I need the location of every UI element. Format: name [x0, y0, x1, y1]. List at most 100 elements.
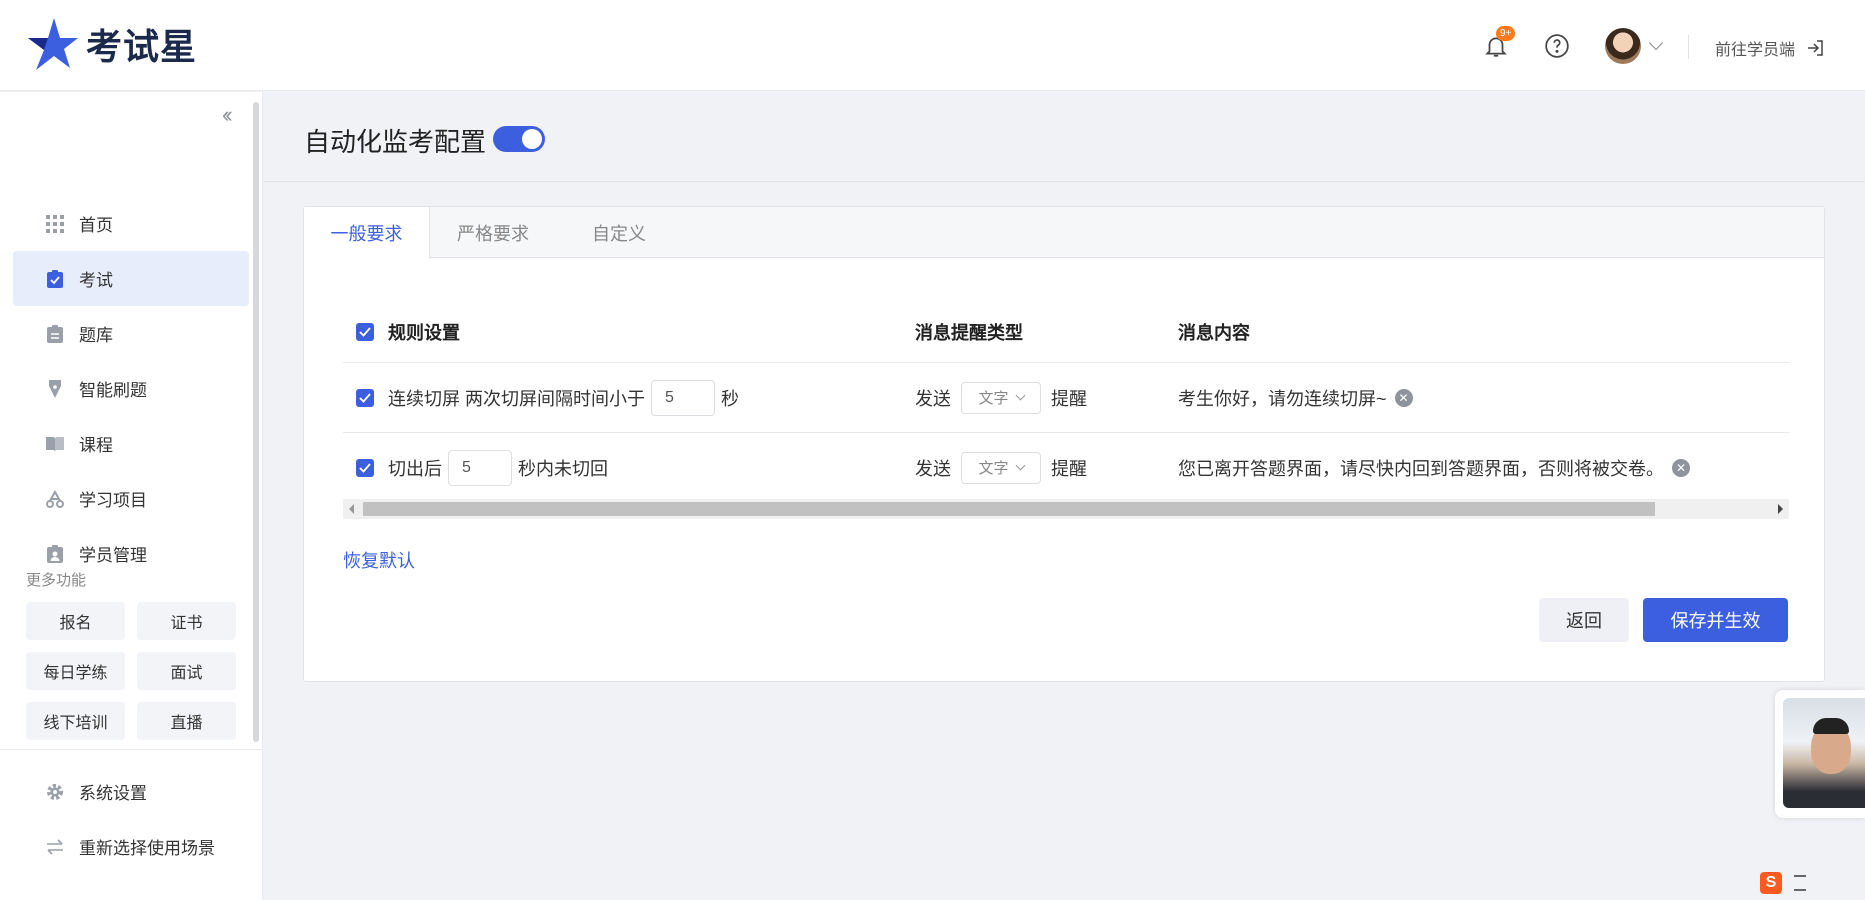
rule-prefix: 切出后	[388, 458, 442, 479]
header-type: 消息提醒类型	[915, 323, 1023, 343]
sidebar-item-question-bank[interactable]: 题库	[13, 306, 249, 361]
sidebar-item-home[interactable]: 首页	[13, 196, 249, 251]
remind-label: 提醒	[1051, 458, 1087, 479]
corner-tools: S	[1760, 872, 1806, 894]
gear-icon	[45, 782, 65, 802]
go-student-side-link[interactable]: 前往学员端	[1715, 36, 1825, 60]
sidebar-item-label: 学员管理	[79, 546, 147, 565]
quick-link-interview[interactable]: 面试	[137, 652, 236, 690]
sidebar-divider	[0, 749, 263, 750]
rules-table: 规则设置 消息提醒类型 消息内容 连续切屏 两次切屏间隔时间小于 5 秒 发送 …	[343, 302, 1789, 503]
header-content: 消息内容	[1178, 323, 1250, 343]
chevron-down-icon	[1015, 390, 1025, 400]
back-button[interactable]: 返回	[1539, 598, 1629, 642]
sidebar-bottom-nav: 系统设置 重新选择使用场景	[13, 764, 249, 874]
star-logo-icon	[28, 18, 78, 70]
sidebar-item-smart-practice[interactable]: 智能刷题	[13, 361, 249, 416]
sidebar-item-label: 智能刷题	[79, 381, 147, 400]
config-card: 一般要求 严格要求 自定义 规则设置 消息提醒类型 消息内容 连续切屏 两次切屏…	[303, 206, 1825, 682]
more-features-title: 更多功能	[26, 572, 87, 589]
collapse-sidebar-icon[interactable]: ‹‹	[222, 102, 232, 128]
quick-link-live[interactable]: 直播	[137, 702, 236, 740]
sidebar-item-label: 首页	[79, 216, 113, 235]
fullscreen-icon[interactable]	[1794, 875, 1806, 891]
id-badge-icon	[45, 544, 65, 564]
chevron-down-icon	[1648, 35, 1664, 51]
seconds-input[interactable]: 5	[651, 379, 715, 416]
clear-icon[interactable]: ✕	[1394, 388, 1413, 407]
rule-prefix: 连续切屏 两次切屏间隔时间小于	[388, 388, 645, 409]
auto-proctor-toggle[interactable]	[493, 126, 545, 152]
check-icon	[359, 327, 371, 337]
message-content[interactable]: 考生你好，请勿连续切屏~	[1178, 385, 1387, 411]
clipboard-check-icon	[45, 269, 65, 289]
quick-link-offline-training[interactable]: 线下培训	[26, 702, 125, 740]
tab-general[interactable]: 一般要求	[304, 207, 430, 259]
sidebar-item-label: 学习项目	[79, 491, 147, 510]
check-icon	[359, 392, 371, 403]
sidebar-item-reselect-scene[interactable]: 重新选择使用场景	[13, 819, 249, 874]
tab-custom[interactable]: 自定义	[556, 207, 682, 258]
sidebar-item-course[interactable]: 课程	[13, 416, 249, 471]
seconds-input[interactable]: 5	[448, 449, 512, 486]
row-checkbox[interactable]	[356, 388, 374, 407]
message-content[interactable]: 您已离开答题界面，请尽快内回到答题界面，否则将被交卷。	[1178, 455, 1664, 481]
table-row: 切出后 5 秒内未切回 发送 文字 提醒 您已离开答题界面，请尽快内回到答题界面…	[343, 433, 1789, 503]
sidebar-item-system-settings[interactable]: 系统设置	[13, 764, 249, 819]
scrollbar-thumb[interactable]	[363, 502, 1655, 516]
scroll-right-icon[interactable]	[1778, 504, 1783, 514]
rule-suffix: 秒内未切回	[518, 458, 608, 479]
page-title-bar: 自动化监考配置	[264, 92, 1865, 182]
top-header: 考试星 9+ 前往学员端	[0, 0, 1865, 91]
header-rule: 规则设置	[388, 323, 460, 343]
user-menu[interactable]	[1605, 28, 1664, 64]
floating-video-widget[interactable]	[1775, 690, 1865, 818]
document-icon	[45, 324, 65, 344]
message-type-select[interactable]: 文字	[961, 381, 1041, 414]
horizontal-scrollbar[interactable]	[343, 499, 1789, 519]
row-checkbox[interactable]	[356, 458, 374, 477]
clear-icon[interactable]: ✕	[1672, 458, 1690, 477]
sidebar-item-label: 考试	[79, 271, 113, 290]
send-label: 发送	[915, 388, 951, 409]
quick-link-daily-practice[interactable]: 每日学练	[26, 652, 125, 690]
s-logo-icon[interactable]: S	[1760, 872, 1782, 894]
book-icon	[45, 434, 65, 454]
recycle-icon	[45, 489, 65, 509]
rule-suffix: 秒	[721, 388, 739, 409]
brand-name: 考试星	[86, 27, 198, 68]
logo[interactable]: 考试星	[24, 16, 197, 72]
notification-badge: 9+	[1496, 26, 1516, 41]
check-icon	[359, 462, 371, 473]
select-value: 文字	[978, 390, 1009, 407]
select-all-checkbox[interactable]	[356, 323, 374, 341]
sidebar-item-label: 重新选择使用场景	[79, 839, 215, 858]
tab-strict[interactable]: 严格要求	[430, 207, 556, 258]
quick-links: 报名 证书 每日学练 面试 线下培训 直播	[26, 602, 237, 740]
video-frame	[1783, 698, 1865, 808]
help-icon[interactable]	[1541, 30, 1573, 62]
student-link-label: 前往学员端	[1715, 42, 1796, 59]
sidebar: ‹‹ 首页 考试 题库 智能刷题 课程 学习项目 学员管理 更多功能 报名 证书…	[0, 92, 263, 900]
restore-default-link[interactable]: 恢复默认	[343, 547, 415, 573]
tab-bar: 一般要求 严格要求 自定义	[304, 207, 1824, 259]
sidebar-scrollbar[interactable]	[253, 102, 259, 742]
header-divider	[1688, 35, 1689, 59]
sidebar-item-label: 系统设置	[79, 784, 147, 803]
chevron-down-icon	[1015, 460, 1025, 470]
select-value: 文字	[978, 460, 1009, 477]
grid-icon	[45, 214, 65, 234]
send-label: 发送	[915, 458, 951, 479]
message-type-select[interactable]: 文字	[961, 451, 1041, 484]
save-and-apply-button[interactable]: 保存并生效	[1643, 598, 1788, 642]
exit-icon	[1808, 40, 1823, 56]
scroll-left-icon[interactable]	[349, 504, 354, 514]
table-header: 规则设置 消息提醒类型 消息内容	[343, 302, 1789, 363]
page-title: 自动化监考配置	[304, 127, 487, 157]
sidebar-item-learning-project[interactable]: 学习项目	[13, 471, 249, 526]
quick-link-certificate[interactable]: 证书	[137, 602, 236, 640]
remind-label: 提醒	[1051, 388, 1087, 409]
quick-link-signup[interactable]: 报名	[26, 602, 125, 640]
sidebar-item-exam[interactable]: 考试	[13, 251, 249, 306]
swap-icon	[45, 837, 65, 857]
